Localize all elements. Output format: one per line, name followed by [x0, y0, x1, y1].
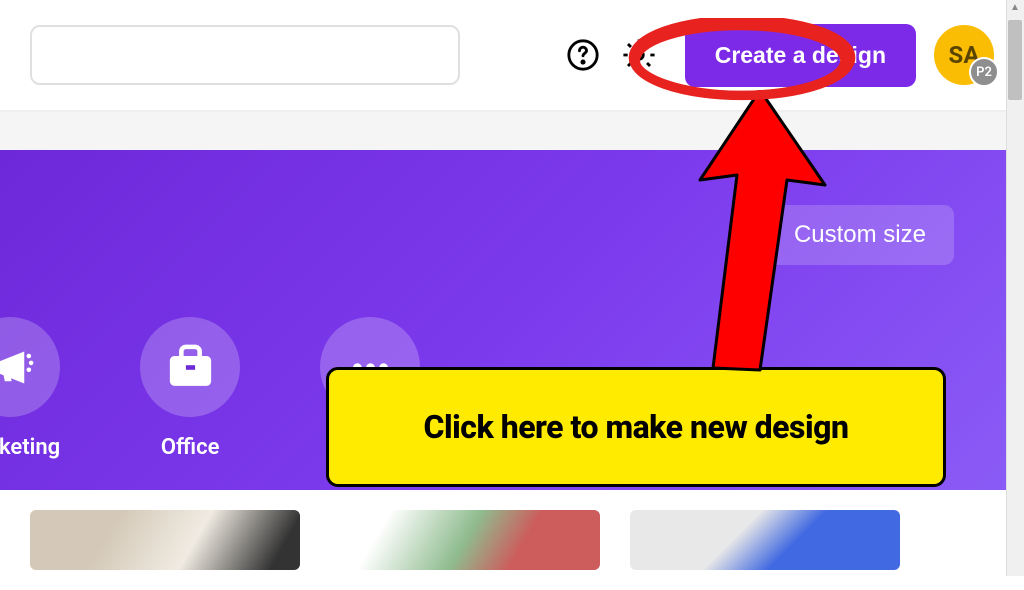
- template-row: [0, 490, 1024, 590]
- briefcase-icon: [140, 317, 240, 417]
- category-label: Marketing: [0, 435, 60, 460]
- top-header: Create a design SA P2: [0, 0, 1024, 110]
- settings-icon[interactable]: [619, 35, 659, 75]
- category-label: Office: [161, 435, 220, 460]
- template-card[interactable]: [30, 510, 300, 570]
- template-card[interactable]: [630, 510, 900, 570]
- scrollbar-thumb[interactable]: [1008, 20, 1022, 100]
- template-card[interactable]: [330, 510, 600, 570]
- megaphone-icon: [0, 317, 60, 417]
- search-input[interactable]: [30, 25, 460, 85]
- user-avatar[interactable]: SA P2: [934, 25, 994, 85]
- create-design-button[interactable]: Create a design: [685, 24, 916, 87]
- category-office[interactable]: Office: [140, 317, 240, 460]
- annotation-callout: Click here to make new design: [326, 367, 946, 487]
- category-marketing[interactable]: Marketing: [0, 317, 60, 460]
- custom-size-button[interactable]: Custom size: [766, 205, 954, 265]
- scroll-up-icon: ▲: [1010, 2, 1020, 12]
- help-icon[interactable]: [563, 35, 603, 75]
- avatar-badge: P2: [969, 57, 999, 87]
- scrollbar[interactable]: ▲: [1006, 0, 1024, 576]
